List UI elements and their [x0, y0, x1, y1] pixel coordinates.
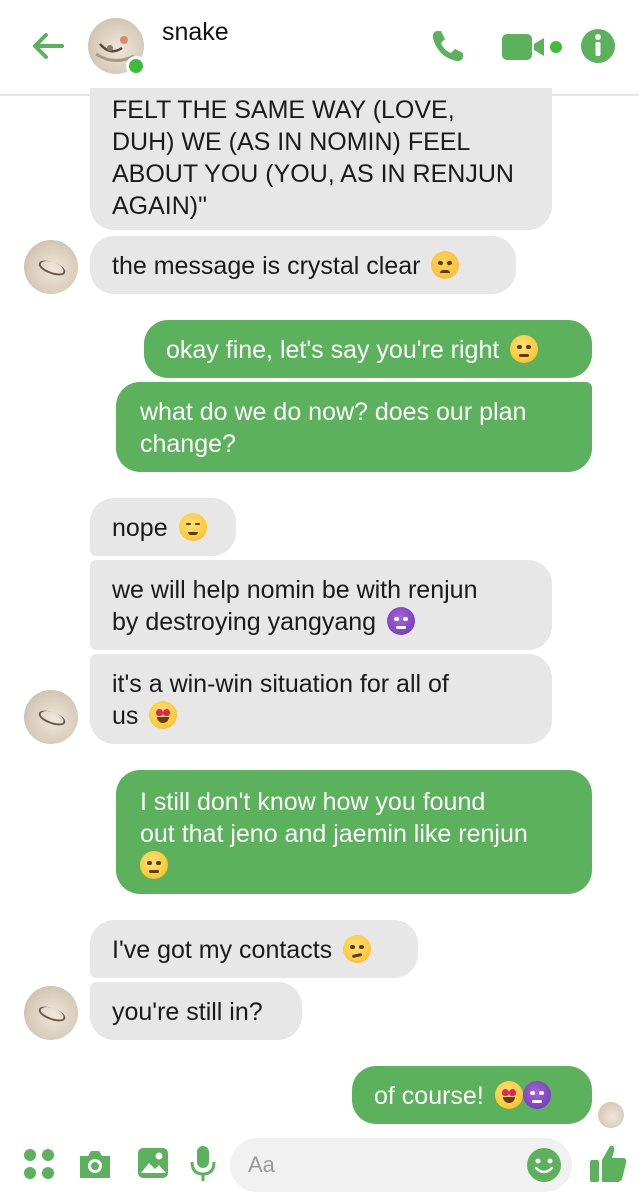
message-composer — [0, 1130, 639, 1200]
info-icon[interactable] — [580, 28, 616, 64]
message-line: by destroying yangyang — [112, 606, 530, 638]
message-bubble-incoming[interactable]: it's a win-win situation for all of us — [90, 654, 552, 744]
message-text: the message is crystal clear — [112, 252, 421, 280]
image-icon[interactable] — [136, 1145, 170, 1181]
phone-icon[interactable] — [428, 26, 468, 66]
message-text: of course! — [374, 1082, 484, 1110]
message-text: I've got my contacts — [112, 936, 333, 964]
apps-icon[interactable] — [22, 1147, 56, 1181]
message-bubble-outgoing[interactable]: I still don't know how you found out tha… — [116, 770, 592, 894]
message-line: what do we do now? does our plan — [140, 398, 527, 426]
star-struck-face-icon — [494, 1081, 523, 1109]
message-line: I still don't know how you found — [140, 788, 486, 816]
message-line: us — [112, 700, 530, 732]
seen-receipt-avatar — [598, 1102, 624, 1128]
unamused-face-icon — [510, 335, 539, 363]
message-bubble-outgoing[interactable]: of course! — [352, 1066, 592, 1124]
smiling-devil-icon — [387, 607, 416, 635]
message-bubble-outgoing[interactable]: what do we do now? does our plan change? — [116, 382, 592, 472]
message-line: change? — [140, 430, 236, 458]
camera-icon[interactable] — [76, 1146, 114, 1182]
raised-eyebrow-face-icon — [140, 851, 168, 879]
contact-name[interactable]: snake — [162, 18, 229, 47]
smiling-devil-icon — [522, 1081, 551, 1109]
angry-face-icon — [431, 251, 460, 279]
message-line: out that jeno and jaemin like renjun — [140, 820, 528, 848]
message-input[interactable] — [248, 1148, 518, 1182]
message-line: DUH) WE (AS IN NOMIN) FEEL — [112, 128, 471, 156]
back-arrow-icon[interactable] — [28, 26, 68, 66]
message-line: AGAIN)" — [112, 192, 207, 220]
message-line: ABOUT YOU (YOU, AS IN RENJUN — [112, 160, 514, 188]
microphone-icon[interactable] — [188, 1144, 218, 1184]
message-bubble-incoming[interactable]: I've got my contacts — [90, 920, 418, 978]
message-line: FELT THE SAME WAY (LOVE, — [112, 96, 455, 124]
message-bubble-incoming[interactable]: FELT THE SAME WAY (LOVE, DUH) WE (AS IN … — [90, 88, 552, 230]
contact-avatar-small[interactable] — [24, 240, 78, 294]
thumbs-up-icon[interactable] — [588, 1142, 628, 1184]
online-indicator — [126, 56, 146, 76]
contact-avatar-small[interactable] — [24, 690, 78, 744]
message-bubble-incoming[interactable]: the message is crystal clear — [90, 236, 516, 294]
message-bubble-incoming[interactable]: we will help nomin be with renjun by des… — [90, 560, 552, 650]
contact-avatar[interactable] — [88, 18, 146, 76]
message-line — [140, 850, 568, 882]
star-struck-face-icon — [149, 701, 178, 729]
message-line: it's a win-win situation for all of — [112, 670, 449, 698]
message-bubble-incoming[interactable]: you're still in? — [90, 982, 302, 1040]
emoji-icon[interactable] — [526, 1147, 562, 1183]
message-input-wrapper — [230, 1138, 572, 1192]
message-text: nope — [112, 514, 168, 542]
message-text: okay fine, let's say you're right — [166, 336, 500, 364]
message-line: we will help nomin be with renjun — [112, 576, 478, 604]
message-bubble-outgoing[interactable]: okay fine, let's say you're right — [144, 320, 592, 378]
chat-header: snake — [0, 0, 639, 94]
message-bubble-incoming[interactable]: nope — [90, 498, 236, 556]
message-text: you're still in? — [112, 998, 263, 1026]
relieved-face-icon — [178, 513, 207, 541]
video-camera-icon[interactable] — [500, 30, 566, 64]
contact-avatar-small[interactable] — [24, 986, 78, 1040]
smirking-face-icon — [343, 935, 372, 963]
